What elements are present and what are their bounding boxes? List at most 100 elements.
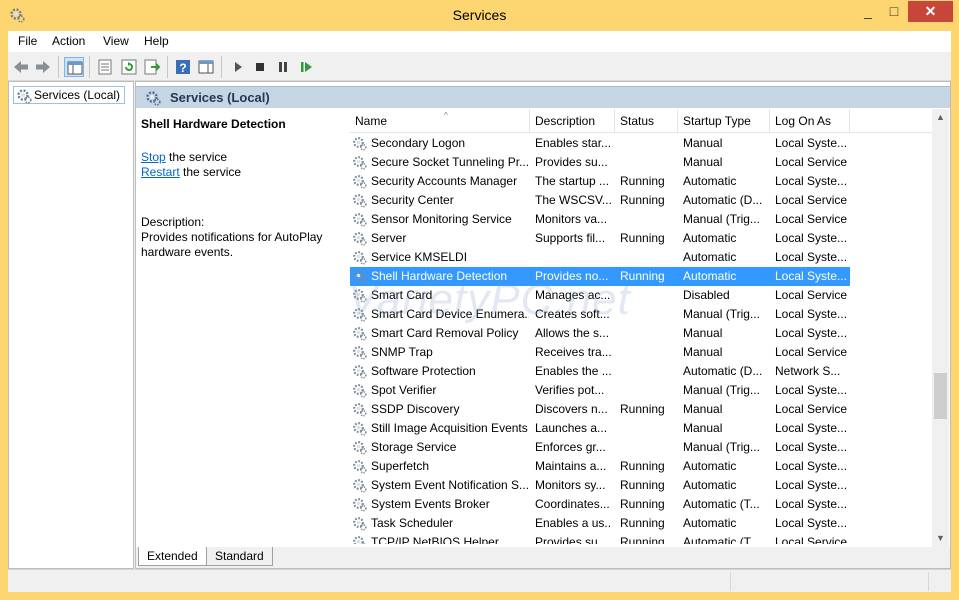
- service-log-on-as: Local Syste...: [775, 250, 848, 264]
- service-row[interactable]: Secondary Logon Enables star... Manual Loca…: [350, 134, 850, 153]
- service-row[interactable]: Smart Card Removal Policy Allows the s...…: [350, 324, 850, 343]
- service-name: Smart Card Removal Policy: [371, 326, 519, 340]
- start-service-icon[interactable]: [228, 57, 248, 77]
- service-row[interactable]: Still Image Acquisition Events Launches a…: [350, 419, 850, 438]
- service-gear-icon: [352, 212, 367, 227]
- service-name: Security Center: [371, 193, 454, 207]
- service-row[interactable]: Spot Verifier Verifies pot... Manual (Trig…: [350, 381, 850, 400]
- toolbar-separator: [221, 56, 222, 78]
- service-log-on-as: Local Service: [775, 193, 848, 207]
- service-gear-icon: [352, 288, 367, 303]
- maximize-button[interactable]: □: [881, 1, 907, 22]
- vertical-scrollbar[interactable]: ▲ ▼: [932, 109, 949, 547]
- restart-service-link[interactable]: Restart: [141, 165, 180, 179]
- tab-standard[interactable]: Standard: [206, 547, 273, 566]
- service-startup-type: Automatic: [683, 269, 737, 283]
- service-name: Secure Socket Tunneling Pr...: [371, 155, 529, 169]
- service-name: Service KMSELDI: [371, 250, 468, 264]
- minimize-button[interactable]: _: [855, 1, 881, 22]
- stop-service-icon[interactable]: [250, 57, 270, 77]
- service-row[interactable]: SSDP Discovery Discovers n... Running Manua…: [350, 400, 850, 419]
- column-header-status[interactable]: Status: [615, 109, 678, 133]
- menu-help[interactable]: Help: [144, 34, 169, 48]
- service-row[interactable]: Smart Card Device Enumera... Creates soft…: [350, 305, 850, 324]
- column-header-log-on-as[interactable]: Log On As: [770, 109, 850, 133]
- menu-view[interactable]: View: [103, 34, 129, 48]
- service-status: Running: [620, 497, 665, 511]
- service-row[interactable]: Software Protection Enables the ... Automa…: [350, 362, 850, 381]
- column-header-name[interactable]: ^ Name: [350, 109, 530, 133]
- service-gear-icon: [352, 136, 367, 151]
- title-bar[interactable]: Services _ □ ✕: [0, 0, 959, 31]
- service-startup-type: Automatic: [683, 516, 737, 530]
- help-icon[interactable]: ?: [173, 57, 193, 77]
- service-row[interactable]: SNMP Trap Receives tra... Manual Local Serv…: [350, 343, 850, 362]
- service-startup-type: Manual (Trig...: [683, 440, 760, 454]
- service-row[interactable]: Storage Service Enforces gr... Manual (Tri…: [350, 438, 850, 457]
- service-row[interactable]: System Event Notification S... Monitors s…: [350, 476, 850, 495]
- menu-file[interactable]: File: [18, 34, 37, 48]
- service-gear-icon: [352, 402, 367, 417]
- service-row[interactable]: Security Accounts Manager The startup ...…: [350, 172, 850, 191]
- service-description: Allows the s...: [535, 326, 610, 340]
- service-description: The WSCSV...: [535, 193, 612, 207]
- service-status: Running: [620, 516, 665, 530]
- service-gear-icon: [352, 383, 367, 398]
- forward-arrow-icon[interactable]: [33, 57, 53, 77]
- service-description: Enables star...: [535, 136, 612, 150]
- service-row[interactable]: Sensor Monitoring Service Monitors va... M…: [350, 210, 850, 229]
- refresh-icon[interactable]: [119, 57, 139, 77]
- view-tabs: Extended Standard: [136, 547, 950, 568]
- service-row[interactable]: Service KMSELDI Automatic Local Syste...: [350, 248, 850, 267]
- service-row[interactable]: Server Supports fil... Running Automatic Loc…: [350, 229, 850, 248]
- service-row[interactable]: Smart Card Manages ac... Disabled Local Ser…: [350, 286, 850, 305]
- service-status: Running: [620, 478, 665, 492]
- tab-extended[interactable]: Extended: [138, 547, 207, 566]
- service-row[interactable]: Secure Socket Tunneling Pr... Provides su…: [350, 153, 850, 172]
- service-name: System Events Broker: [371, 497, 490, 511]
- service-status: Running: [620, 231, 665, 245]
- service-log-on-as: Local Syste...: [775, 421, 848, 435]
- service-row[interactable]: Task Scheduler Enables a us... Running Auto…: [350, 514, 850, 533]
- show-hide-console-tree-icon[interactable]: [64, 57, 84, 77]
- tree-item-label: Services (Local): [34, 88, 121, 102]
- column-header-startup-type[interactable]: Startup Type: [678, 109, 770, 133]
- scroll-up-icon[interactable]: ▲: [932, 109, 949, 126]
- service-gear-icon: [352, 326, 367, 341]
- service-startup-type: Manual: [683, 345, 723, 359]
- service-gear-icon: [352, 174, 367, 189]
- service-description: Monitors sy...: [535, 478, 606, 492]
- show-hide-action-pane-icon[interactable]: [196, 57, 216, 77]
- svg-text:?: ?: [179, 61, 186, 75]
- properties-icon[interactable]: [95, 57, 115, 77]
- service-name: SSDP Discovery: [371, 402, 460, 416]
- service-status: Running: [620, 535, 665, 544]
- service-name: Storage Service: [371, 440, 457, 454]
- service-gear-icon: [352, 269, 367, 284]
- column-header-description[interactable]: Description: [530, 109, 615, 133]
- status-bar: [8, 569, 951, 592]
- service-row[interactable]: TCP/IP NetBIOS Helper Provides su... Runni…: [350, 533, 850, 544]
- service-gear-icon: [352, 250, 367, 265]
- description-text: Provides notifications for AutoPlay hard…: [141, 230, 323, 259]
- export-list-icon[interactable]: [142, 57, 162, 77]
- service-status: Running: [620, 174, 665, 188]
- stop-service-link[interactable]: Stop: [141, 150, 166, 164]
- tree-item-services-local[interactable]: Services (Local): [13, 86, 126, 104]
- back-arrow-icon[interactable]: [11, 57, 31, 77]
- scroll-down-icon[interactable]: ▼: [932, 530, 949, 547]
- menu-action[interactable]: Action: [52, 34, 85, 48]
- stop-line-text: the service: [165, 150, 228, 164]
- service-row[interactable]: Security Center The WSCSV... Running Automa…: [350, 191, 850, 210]
- scrollbar-thumb[interactable]: [934, 373, 947, 419]
- resume-service-icon[interactable]: [296, 57, 316, 77]
- maximize-icon: □: [889, 3, 899, 19]
- service-row[interactable]: System Events Broker Coordinates... Runnin…: [350, 495, 850, 514]
- service-row[interactable]: Superfetch Maintains a... Running Automatic…: [350, 457, 850, 476]
- service-startup-type: Manual (Trig...: [683, 212, 760, 226]
- close-button[interactable]: ✕: [908, 1, 953, 22]
- service-startup-type: Automatic: [683, 174, 737, 188]
- toolbar-separator: [58, 56, 59, 78]
- service-row[interactable]: Shell Hardware Detection Provides no... Ru…: [350, 267, 850, 286]
- pause-service-icon[interactable]: [273, 57, 293, 77]
